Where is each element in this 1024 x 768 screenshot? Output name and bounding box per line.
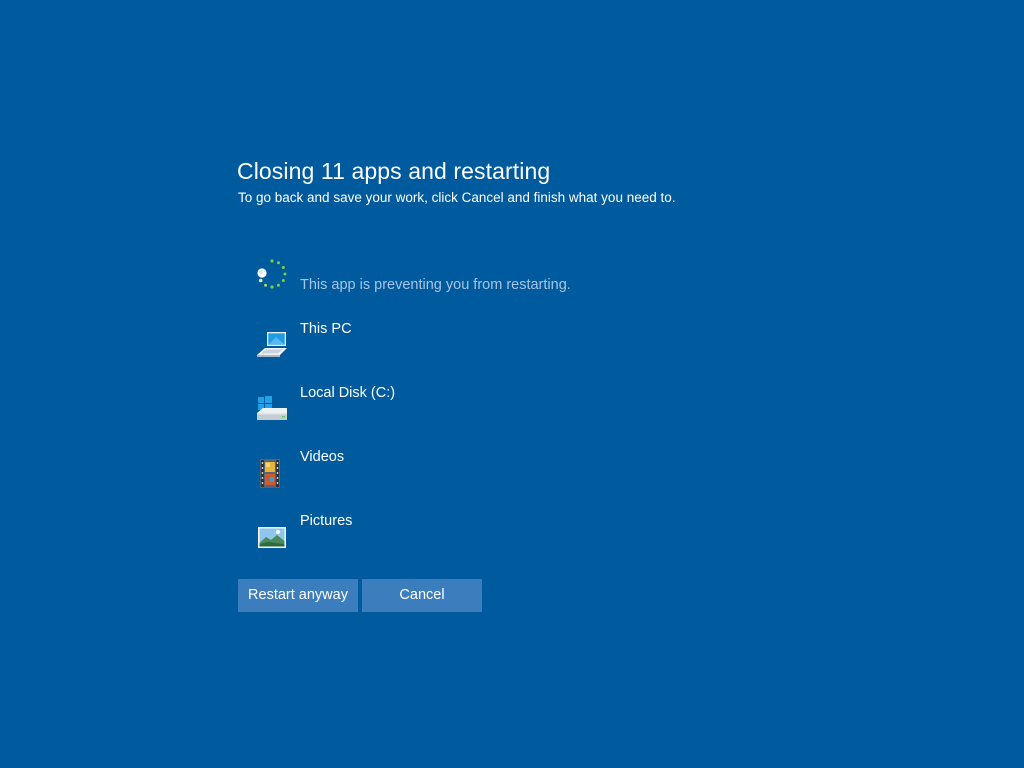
app-label: Local Disk (C:) — [300, 385, 396, 401]
computer-icon — [257, 332, 287, 357]
videos-folder-icon — [260, 459, 280, 488]
app-label: This PC — [300, 321, 352, 337]
app-row-pictures: Pictures — [256, 513, 656, 553]
app-label: Videos — [300, 449, 345, 465]
app-row-videos: Videos — [256, 449, 656, 489]
restart-anyway-button[interactable]: Restart anyway — [238, 579, 358, 612]
pictures-folder-icon — [258, 527, 286, 548]
page-subtitle: To go back and save your work, click Can… — [238, 190, 676, 205]
app-row-local-disk: Local Disk (C:) — [256, 385, 656, 425]
drive-icon — [257, 396, 287, 420]
loading-spinner-icon — [257, 259, 287, 289]
cancel-button[interactable]: Cancel — [362, 579, 482, 612]
shutdown-blocking-screen: Closing 11 apps and restarting To go bac… — [0, 0, 1024, 768]
page-title: Closing 11 apps and restarting — [237, 158, 551, 184]
app-row-this-pc: This PC — [256, 321, 656, 361]
app-label: Pictures — [300, 513, 353, 529]
blocking-app-message: This app is preventing you from restarti… — [300, 277, 571, 293]
